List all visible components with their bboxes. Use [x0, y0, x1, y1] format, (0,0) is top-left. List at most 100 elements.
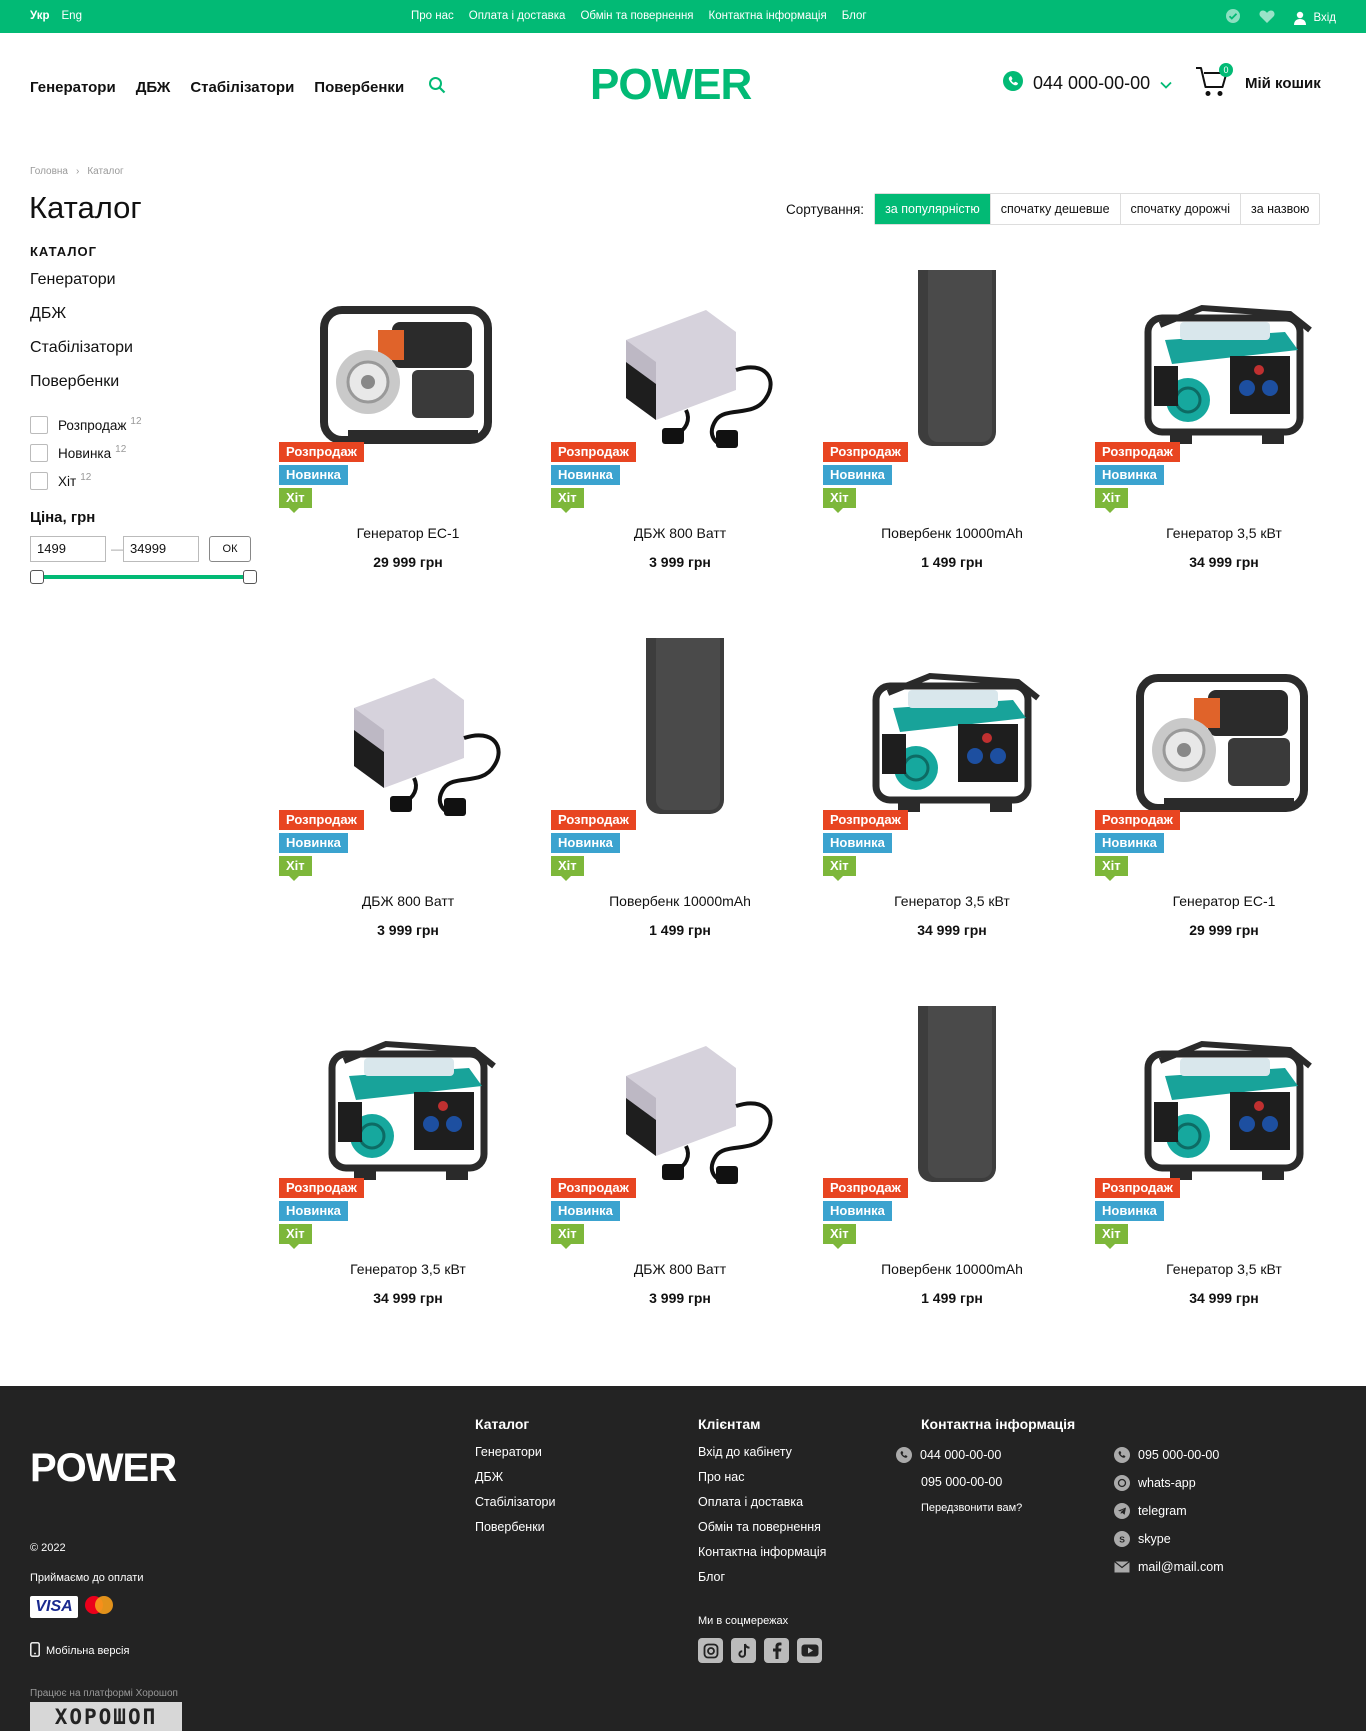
product-name[interactable]: ДБЖ 800 Ватт [544, 1261, 816, 1277]
filter-sale-checkbox[interactable] [30, 416, 48, 434]
filter-hit-checkbox[interactable] [30, 472, 48, 490]
sidebar-item-powerbanks[interactable]: Повербенки [30, 367, 260, 401]
product-name[interactable]: Генератор 3,5 кВт [816, 893, 1088, 909]
product-card[interactable]: Розпродаж Новинка Хіт Повербенк 10000mAh… [544, 624, 816, 968]
youtube-icon[interactable] [797, 1638, 822, 1663]
product-name[interactable]: Генератор 3,5 кВт [272, 1261, 544, 1277]
product-badges: Розпродаж Новинка Хіт [551, 1178, 636, 1249]
cart[interactable]: 0 Мій кошик [1195, 63, 1321, 103]
price-slider-max-handle[interactable] [243, 570, 257, 584]
footer-link-exchange[interactable]: Обмін та повернення [698, 1517, 826, 1542]
product-name[interactable]: Повербенк 10000mAh [816, 525, 1088, 541]
sidebar-item-generators[interactable]: Генератори [30, 265, 260, 299]
footer-link-ups[interactable]: ДБЖ [475, 1467, 555, 1492]
product-name[interactable]: ДБЖ 800 Ватт [272, 893, 544, 909]
new-badge: Новинка [1095, 1201, 1164, 1221]
hit-badge: Хіт [823, 488, 856, 513]
footer-link-cabinet[interactable]: Вхід до кабінету [698, 1442, 826, 1467]
filter-label: Розпродаж [58, 417, 127, 433]
sort-cheaper[interactable]: спочатку дешевше [989, 194, 1120, 224]
filter-sale[interactable]: Розпродаж 12 [30, 411, 260, 439]
new-badge: Новинка [823, 1201, 892, 1221]
footer-link-generators[interactable]: Генератори [475, 1442, 555, 1467]
breadcrumb-home[interactable]: Головна [30, 166, 68, 177]
sort-expensive[interactable]: спочатку дорожчі [1119, 194, 1240, 224]
search-icon[interactable] [428, 76, 446, 98]
nav-stabilizers[interactable]: Стабілізатори [190, 79, 294, 96]
price-slider[interactable] [30, 570, 257, 584]
product-name[interactable]: Генератор ЕС-1 [272, 525, 544, 541]
footer-viber[interactable]: 095 000-00-00 [1114, 1447, 1219, 1463]
price-ok-button[interactable]: ОК [209, 536, 251, 562]
sidebar-item-ups[interactable]: ДБЖ [30, 299, 260, 333]
nav-ups[interactable]: ДБЖ [136, 79, 171, 96]
product-card[interactable]: Розпродаж Новинка Хіт Генератор 3,5 кВт … [1088, 270, 1360, 600]
product-name[interactable]: Генератор 3,5 кВт [1088, 525, 1360, 541]
footer-logo[interactable]: POWER [30, 1446, 215, 1490]
footer-email[interactable]: mail@mail.com [1114, 1559, 1224, 1575]
product-card[interactable]: Розпродаж Новинка Хіт ДБЖ 800 Ватт 3 999… [544, 270, 816, 600]
wishlist-heart-icon[interactable] [1259, 9, 1275, 27]
product-name[interactable]: Генератор 3,5 кВт [1088, 1261, 1360, 1277]
footer-skype[interactable]: S skype [1114, 1531, 1171, 1547]
footer-link-contacts[interactable]: Контактна інформація [698, 1542, 826, 1567]
site-logo[interactable]: POWER [590, 60, 775, 110]
footer-phone-1[interactable]: 044 000-00-00 [896, 1447, 1001, 1463]
footer-link-powerbanks[interactable]: Повербенки [475, 1517, 555, 1542]
product-name[interactable]: Повербенк 10000mAh [816, 1261, 1088, 1277]
toplink-exchange[interactable]: Обмін та повернення [580, 10, 693, 22]
product-card[interactable]: Розпродаж Новинка Хіт Генератор 3,5 кВт … [272, 1006, 544, 1336]
price-max-input[interactable]: 34999 [123, 536, 199, 562]
sidebar-item-stabilizers[interactable]: Стабілізатори [30, 333, 260, 367]
sort-name[interactable]: за назвою [1240, 194, 1319, 224]
product-badges: Розпродаж Новинка Хіт [1095, 442, 1180, 513]
compare-icon[interactable] [1225, 8, 1241, 27]
tiktok-icon[interactable] [731, 1638, 756, 1663]
product-card[interactable]: Розпродаж Новинка Хіт Генератор ЕС-1 29 … [272, 270, 544, 600]
lang-eng[interactable]: Eng [62, 10, 82, 22]
filter-hit[interactable]: Хіт 12 [30, 467, 260, 495]
product-name[interactable]: Повербенк 10000mAh [544, 893, 816, 909]
product-name[interactable]: Генератор ЕС-1 [1088, 893, 1360, 909]
product-card[interactable]: Розпродаж Новинка Хіт Повербенк 10000mAh… [816, 256, 1088, 600]
toplink-blog[interactable]: Блог [842, 10, 867, 22]
new-badge: Новинка [551, 833, 620, 853]
platform-logo[interactable]: ХОРОШОП [30, 1702, 182, 1731]
header-phone[interactable]: 044 000-00-00 [1003, 71, 1172, 96]
chevron-down-icon[interactable] [1160, 73, 1172, 94]
mobile-version-link[interactable]: Мобільна версія [30, 1642, 129, 1660]
footer-phone-2[interactable]: 095 000-00-00 [921, 1475, 1002, 1489]
product-card[interactable]: Розпродаж Новинка Хіт ДБЖ 800 Ватт 3 999… [272, 638, 544, 968]
footer-clients-heading: Клієнтам [698, 1416, 761, 1432]
toplink-payment[interactable]: Оплата і доставка [469, 10, 566, 22]
product-badges: Розпродаж Новинка Хіт [551, 810, 636, 881]
footer-link-stabilizers[interactable]: Стабілізатори [475, 1492, 555, 1517]
callback-link[interactable]: Передзвонити вам? [921, 1502, 1022, 1514]
login-link[interactable]: Вхід [1293, 11, 1336, 25]
sort-popularity[interactable]: за популярністю [875, 194, 990, 224]
product-card[interactable]: Розпродаж Новинка Хіт Повербенк 10000mAh… [816, 992, 1088, 1336]
toplink-about[interactable]: Про нас [411, 10, 454, 22]
product-card[interactable]: Розпродаж Новинка Хіт Генератор 3,5 кВт … [816, 638, 1088, 968]
instagram-icon[interactable] [698, 1638, 723, 1663]
product-card[interactable]: Розпродаж Новинка Хіт Генератор 3,5 кВт … [1088, 1006, 1360, 1336]
top-links: Про нас Оплата і доставка Обмін та повер… [411, 10, 867, 22]
price-min-input[interactable]: 1499 [30, 536, 106, 562]
footer-telegram[interactable]: telegram [1114, 1503, 1187, 1519]
footer-whatsapp[interactable]: whats-app [1114, 1475, 1196, 1491]
footer-link-about[interactable]: Про нас [698, 1467, 826, 1492]
footer-link-payment[interactable]: Оплата і доставка [698, 1492, 826, 1517]
product-name[interactable]: ДБЖ 800 Ватт [544, 525, 816, 541]
toplink-contacts[interactable]: Контактна інформація [709, 10, 827, 22]
footer-contacts-heading: Контактна інформація [921, 1416, 1076, 1432]
filter-new-checkbox[interactable] [30, 444, 48, 462]
price-slider-min-handle[interactable] [30, 570, 44, 584]
lang-ukr[interactable]: Укр [30, 10, 50, 22]
product-card[interactable]: Розпродаж Новинка Хіт Генератор ЕС-1 29 … [1088, 638, 1360, 968]
footer-link-blog[interactable]: Блог [698, 1567, 826, 1592]
nav-powerbanks[interactable]: Повербенки [314, 79, 404, 96]
filter-new[interactable]: Новинка 12 [30, 439, 260, 467]
facebook-icon[interactable] [764, 1638, 789, 1663]
nav-generators[interactable]: Генератори [30, 79, 116, 96]
product-card[interactable]: Розпродаж Новинка Хіт ДБЖ 800 Ватт 3 999… [544, 1006, 816, 1336]
